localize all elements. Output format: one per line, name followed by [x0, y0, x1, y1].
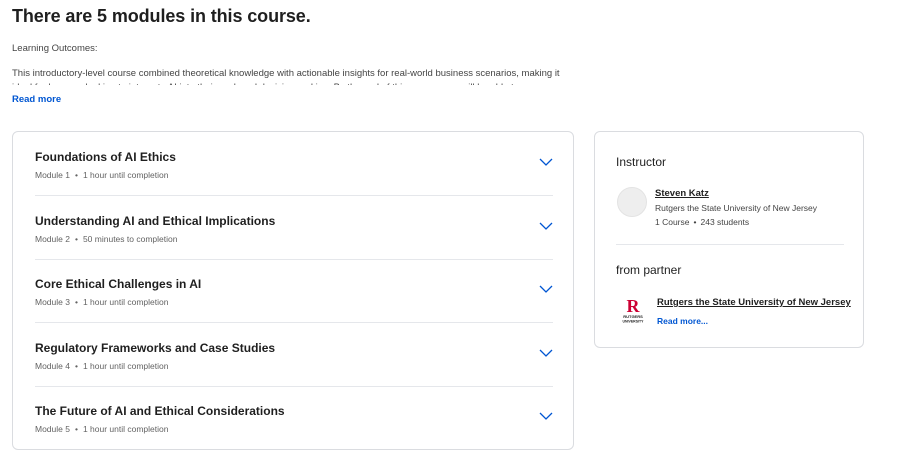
partner-section-title: from partner [616, 263, 682, 277]
section-divider [616, 244, 844, 245]
module-duration: 1 hour until completion [82, 170, 169, 180]
chevron-down-icon[interactable] [539, 157, 553, 167]
separator-dot: • [693, 217, 697, 227]
partner-name-link[interactable]: Rutgers the State University of New Jers… [657, 297, 851, 308]
separator-dot: • [74, 234, 78, 244]
module-meta: Module 1 • 1 hour until completion [35, 170, 168, 180]
instructor-stats: 1 Course • 243 students [655, 217, 749, 227]
course-intro-text: This introductory-level course combined … [12, 68, 560, 85]
separator-dot: • [74, 170, 78, 180]
module-duration: 1 hour until completion [82, 297, 169, 307]
partner-read-more-link[interactable]: Read more... [657, 316, 708, 326]
separator-dot: • [74, 297, 78, 307]
module-meta: Module 3 • 1 hour until completion [35, 297, 168, 307]
chevron-down-icon[interactable] [539, 284, 553, 294]
module-duration: 1 hour until completion [82, 424, 169, 434]
modules-heading: There are 5 modules in this course. [12, 6, 311, 26]
module-title: Regulatory Frameworks and Case Studies [35, 341, 276, 355]
rutgers-logo[interactable]: R RUTGERS UNIVERSITY [618, 295, 648, 325]
module-item-1[interactable]: Foundations of AI Ethics Module 1 • 1 hour… [35, 132, 553, 195]
module-title: The Future of AI and Ethical Considerati… [35, 404, 285, 418]
module-item-2[interactable]: Understanding AI and Ethical Implication… [35, 196, 553, 259]
instructor-name-link[interactable]: Steven Katz [655, 188, 709, 199]
instructor-partner-card: Instructor Steven Katz Rutgers the State… [594, 131, 864, 348]
separator-dot: • [74, 424, 78, 434]
module-number: Module 1 [35, 170, 70, 180]
module-item-4[interactable]: Regulatory Frameworks and Case Studies M… [35, 323, 553, 386]
avatar[interactable] [617, 187, 647, 217]
chevron-down-icon[interactable] [539, 221, 553, 231]
module-meta: Module 2 • 50 minutes to completion [35, 234, 177, 244]
module-meta: Module 5 • 1 hour until completion [35, 424, 168, 434]
module-title: Core Ethical Challenges in AI [35, 277, 202, 291]
separator-dot: • [74, 361, 78, 371]
module-title: Understanding AI and Ethical Implication… [35, 214, 276, 228]
module-item-3[interactable]: Core Ethical Challenges in AI Module 3 • 1… [35, 259, 553, 322]
instructor-student-count: 243 students [700, 217, 750, 227]
instructor-university: Rutgers the State University of New Jers… [655, 203, 818, 213]
module-number: Module 2 [35, 234, 70, 244]
module-item-5[interactable]: The Future of AI and Ethical Considerati… [35, 386, 553, 449]
module-title: Foundations of AI Ethics [35, 150, 176, 164]
module-meta: Module 4 • 1 hour until completion [35, 361, 168, 371]
instructor-course-count: 1 Course [655, 217, 690, 227]
instructor-section-title: Instructor [616, 155, 667, 169]
svg-text:R: R [627, 296, 641, 316]
module-number: Module 5 [35, 424, 70, 434]
module-number: Module 4 [35, 361, 70, 371]
svg-text:UNIVERSITY: UNIVERSITY [622, 320, 644, 324]
module-number: Module 3 [35, 297, 70, 307]
svg-text:RUTGERS: RUTGERS [623, 314, 643, 319]
modules-card: Foundations of AI Ethics Module 1 • 1 hour… [12, 131, 574, 450]
read-more-link[interactable]: Read more [12, 94, 61, 105]
learning-outcomes-label: Learning Outcomes: [12, 43, 98, 54]
module-duration: 1 hour until completion [82, 361, 169, 371]
chevron-down-icon[interactable] [539, 411, 553, 421]
chevron-down-icon[interactable] [539, 348, 553, 358]
module-duration: 50 minutes to completion [82, 234, 178, 244]
